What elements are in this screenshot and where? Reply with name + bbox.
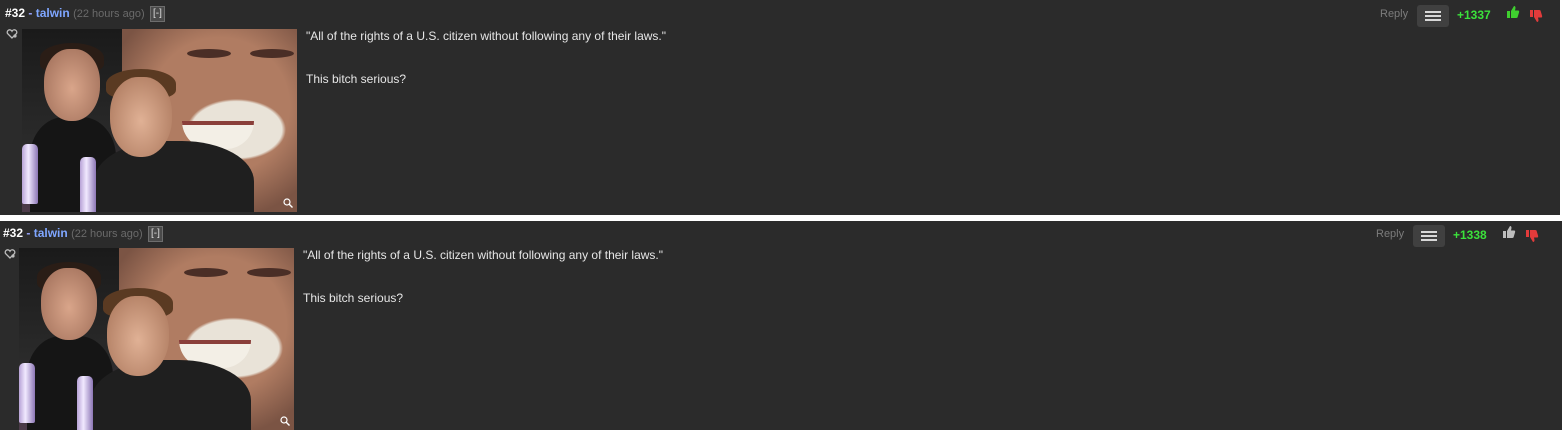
- collapse-button[interactable]: [-]: [149, 5, 165, 22]
- zoom-icon[interactable]: [280, 416, 290, 426]
- thumb-up-icon[interactable]: [1502, 225, 1516, 239]
- thumb-down-icon[interactable]: [1525, 229, 1539, 243]
- comment-2: #32 - talwin (22 hours ago) [-] "All of …: [0, 221, 1562, 430]
- comment-score: +1338: [1453, 228, 1487, 242]
- comment-line-1: "All of the rights of a U.S. citizen wit…: [303, 248, 664, 262]
- reply-link[interactable]: Reply: [1376, 228, 1404, 240]
- username-link[interactable]: talwin: [34, 226, 68, 240]
- comment-header: #32 - talwin (22 hours ago) [-]: [5, 5, 165, 22]
- comment-controls: Reply +1338: [1376, 225, 1550, 247]
- username-link[interactable]: talwin: [36, 6, 70, 20]
- comment-header: #32 - talwin (22 hours ago) [-]: [3, 225, 163, 242]
- reply-link[interactable]: Reply: [1380, 8, 1408, 20]
- comment-score: +1337: [1457, 8, 1491, 22]
- comment-controls: Reply +1337: [1380, 5, 1550, 27]
- comment-line-1: "All of the rights of a U.S. citizen wit…: [306, 29, 667, 43]
- comment-time: (22 hours ago): [71, 228, 143, 240]
- comment-1: #32 - talwin (22 hours ago) [-] "All of …: [0, 0, 1562, 215]
- comment-text: "All of the rights of a U.S. citizen wit…: [306, 29, 666, 115]
- zoom-icon[interactable]: [283, 198, 293, 208]
- thumb-up-icon[interactable]: [1506, 5, 1520, 19]
- header-separator: -: [28, 6, 33, 20]
- comment-number[interactable]: #32: [3, 226, 23, 240]
- comment-time: (22 hours ago): [73, 8, 145, 20]
- menu-button[interactable]: [1417, 5, 1449, 27]
- comment-line-2: This bitch serious?: [306, 72, 407, 86]
- header-separator: -: [26, 226, 31, 240]
- favorite-icon[interactable]: [4, 249, 16, 259]
- comment-line-2: This bitch serious?: [303, 291, 404, 305]
- comment-text: "All of the rights of a U.S. citizen wit…: [303, 248, 663, 334]
- comment-number[interactable]: #32: [5, 6, 25, 20]
- comment-image[interactable]: [19, 248, 294, 430]
- collapse-button[interactable]: [-]: [147, 225, 163, 242]
- comment-image[interactable]: [22, 29, 297, 212]
- thumb-down-icon[interactable]: [1529, 9, 1543, 23]
- menu-button[interactable]: [1413, 225, 1445, 247]
- favorite-icon[interactable]: [6, 29, 18, 39]
